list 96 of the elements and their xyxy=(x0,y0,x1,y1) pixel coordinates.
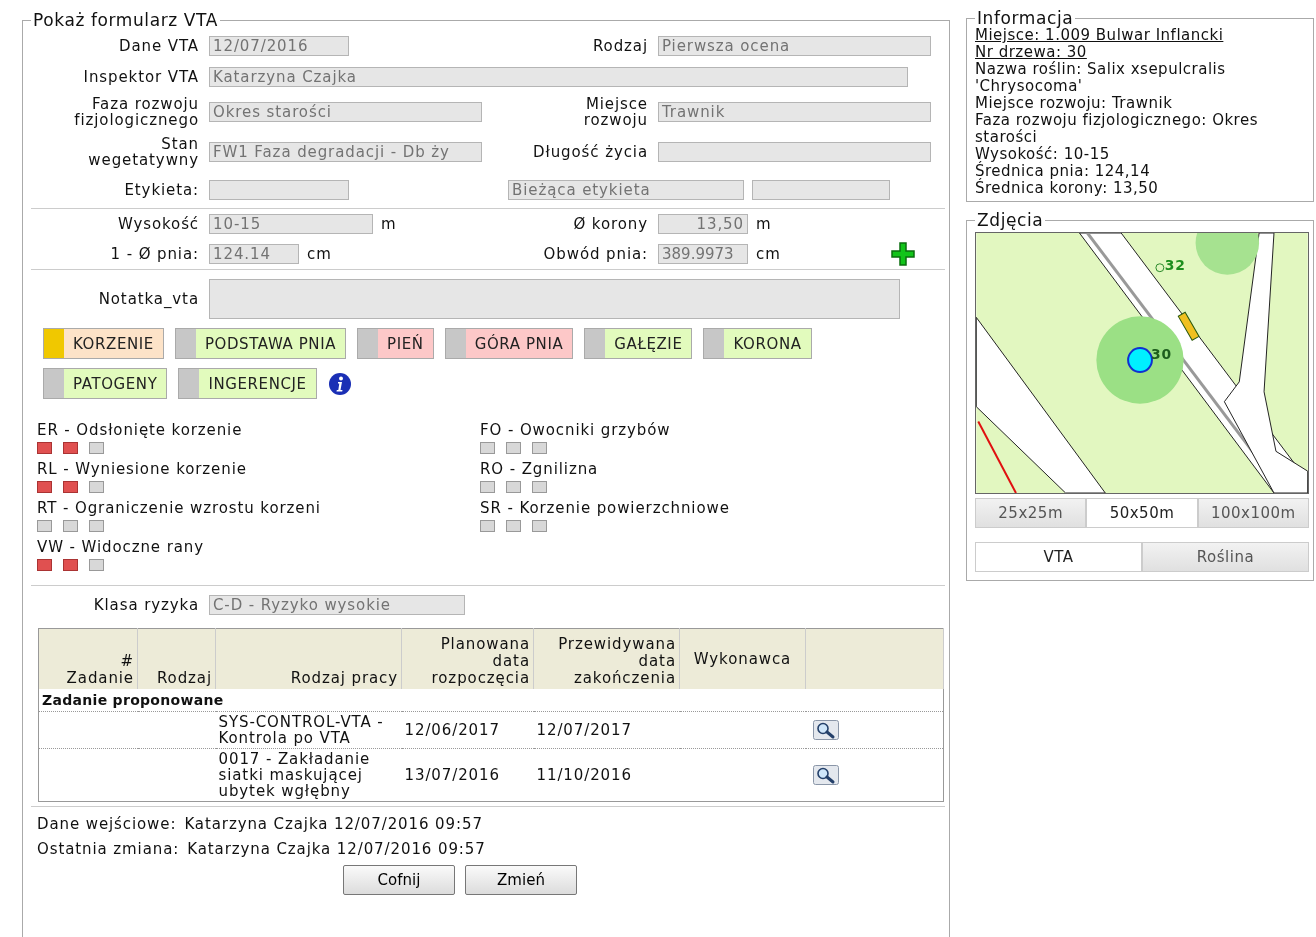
height-field[interactable]: 10-15 xyxy=(209,214,373,234)
info-text: Średnica korony: 13,50 xyxy=(975,180,1160,197)
defect-label: RT - Ograniczenie wzrostu korzeni xyxy=(37,499,322,517)
panel-title: Zdjęcia xyxy=(976,210,1045,230)
info-text: Faza rozwoju fizjologicznego: Okres starości xyxy=(975,112,1259,146)
info-text: Nazwa roślin: Salix xsepulcralis 'Chrysocoma' xyxy=(975,61,1227,95)
place-field[interactable]: Trawnik xyxy=(658,102,931,122)
column-header: Rodzaj pracy xyxy=(215,628,402,689)
defect-label: FO - Owocniki grzybów xyxy=(480,421,672,439)
field-label: Miejsce rozwoju xyxy=(582,96,649,128)
field-label: Notatka_vta xyxy=(97,291,200,307)
tag-field[interactable] xyxy=(209,180,349,200)
info-text: Miejsce rozwoju: Trawnik xyxy=(975,95,1174,112)
category-button[interactable]: PODSTAWA PNIA xyxy=(174,328,347,359)
severity-rating[interactable] xyxy=(480,442,547,454)
category-button[interactable]: GÓRA PNIA xyxy=(444,328,574,359)
field-label: Ø korony xyxy=(572,216,649,232)
field-label: Faza rozwoju fizjologicznego xyxy=(73,96,200,128)
column-header: Wykonawca xyxy=(679,628,806,689)
severity-rating[interactable] xyxy=(37,442,104,454)
category-button[interactable]: PIEŃ xyxy=(357,328,434,359)
field-label: 1 - Ø pnia: xyxy=(109,246,200,262)
state-field[interactable]: FW1 Faza degradacji - Db ży xyxy=(209,142,482,162)
table-cell: 12/07/2017 xyxy=(533,711,680,749)
category-button[interactable]: KORONA xyxy=(703,328,812,359)
column-header: # Zadanie xyxy=(38,628,138,689)
type-field[interactable]: Pierwsza ocena xyxy=(658,36,931,56)
scale-button[interactable]: 25x25m xyxy=(975,498,1087,528)
phase-field[interactable]: Okres starości xyxy=(209,102,482,122)
severity-rating[interactable] xyxy=(37,559,104,571)
current-tag-field[interactable]: Bieżąca etykieta xyxy=(508,180,744,200)
map-label: 30 xyxy=(1150,346,1173,363)
unit-label: m xyxy=(381,215,397,233)
column-header: Planowana data rozpoczęcia xyxy=(401,628,534,689)
magnifier-icon[interactable] xyxy=(812,720,839,740)
severity-rating[interactable] xyxy=(37,520,104,532)
date-field[interactable]: 12/07/2016 xyxy=(209,36,349,56)
unit-label: m xyxy=(756,215,772,233)
column-header: Rodzaj xyxy=(137,628,216,689)
field-label: Stan wegetatywny xyxy=(87,136,200,168)
footer-value: Katarzyna Czajka 12/07/2016 09:57 xyxy=(184,815,483,832)
crown-field[interactable]: 13,50 xyxy=(658,214,748,234)
inspector-field[interactable]: Katarzyna Czajka xyxy=(209,67,908,87)
trunk-field[interactable]: 124.14 xyxy=(209,244,299,264)
field-label: Klasa ryzyka xyxy=(92,597,200,613)
scale-button[interactable]: 100x100m xyxy=(1197,498,1309,528)
form-title: Pokaż formularz VTA xyxy=(32,10,219,30)
view-tab[interactable]: Roślina xyxy=(1142,542,1309,572)
map-label: 32 xyxy=(1164,256,1186,273)
footer-label: Dane wejściowe: xyxy=(37,815,177,832)
group-heading: Zadanie proponowane xyxy=(38,689,944,712)
defect-label: SR - Korzenie powierzchniowe xyxy=(480,499,731,517)
field-label: Obwód pnia: xyxy=(542,246,649,262)
defect-label: RL - Wyniesione korzenie xyxy=(37,460,248,478)
footer-label: Ostatnia zmiana: xyxy=(37,840,180,857)
note-field[interactable] xyxy=(209,279,900,319)
table-cell: 0017 - Zakładanie siatki maskującej ubytek wgłębny xyxy=(215,748,402,802)
unit-label: cm xyxy=(307,245,332,263)
info-icon[interactable] xyxy=(327,371,352,396)
unit-label: cm xyxy=(756,245,781,263)
severity-rating[interactable] xyxy=(37,481,104,493)
tag-field[interactable] xyxy=(752,180,890,200)
panel-title: Informacja xyxy=(975,10,1074,27)
risk-field[interactable]: C-D - Ryzyko wysokie xyxy=(209,595,465,615)
action-button[interactable]: Cofnij xyxy=(343,865,455,895)
table-cell: 12/06/2017 xyxy=(401,711,534,749)
girth-field[interactable]: 389.9973 xyxy=(658,244,748,264)
column-header: Przewidywana data zakończenia xyxy=(533,628,680,689)
field-label: Inspektor VTA xyxy=(82,69,200,85)
magnifier-icon[interactable] xyxy=(812,765,839,785)
info-link[interactable]: Nr drzewa: 30 xyxy=(975,44,1309,61)
field-label: Etykieta: xyxy=(123,182,200,198)
category-button[interactable]: GAŁĘZIE xyxy=(584,328,693,359)
severity-rating[interactable] xyxy=(480,481,547,493)
plus-icon[interactable] xyxy=(890,242,915,266)
field-label: Długość życia xyxy=(532,144,649,160)
category-button[interactable]: INGERENCJE xyxy=(178,368,317,399)
category-button[interactable]: KORZENIE xyxy=(43,328,164,359)
field-label: Rodzaj xyxy=(591,38,649,54)
table-cell: 11/10/2016 xyxy=(533,748,680,802)
table-cell: 13/07/2016 xyxy=(401,748,534,802)
lifespan-field[interactable] xyxy=(658,142,931,162)
defect-label: ER - Odsłonięte korzenie xyxy=(37,421,244,439)
field-label: Dane VTA xyxy=(118,38,200,54)
table-cell: SYS-CONTROL-VTA - Kontrola po VTA xyxy=(215,711,402,749)
footer-value: Katarzyna Czajka 12/07/2016 09:57 xyxy=(187,840,486,857)
action-button[interactable]: Zmień xyxy=(465,865,577,895)
category-button[interactable]: PATOGENY xyxy=(43,368,168,399)
defect-label: VW - Widoczne rany xyxy=(37,538,205,556)
severity-rating[interactable] xyxy=(480,520,547,532)
info-link[interactable]: Miejsce: 1.009 Bulwar Inflancki xyxy=(975,27,1309,44)
scale-button[interactable]: 50x50m xyxy=(1086,498,1198,528)
defect-label: RO - Zgnilizna xyxy=(480,460,600,478)
field-label: Wysokość xyxy=(116,216,200,232)
info-text: Wysokość: 10-15 xyxy=(975,146,1111,163)
view-tab[interactable]: VTA xyxy=(975,542,1142,572)
